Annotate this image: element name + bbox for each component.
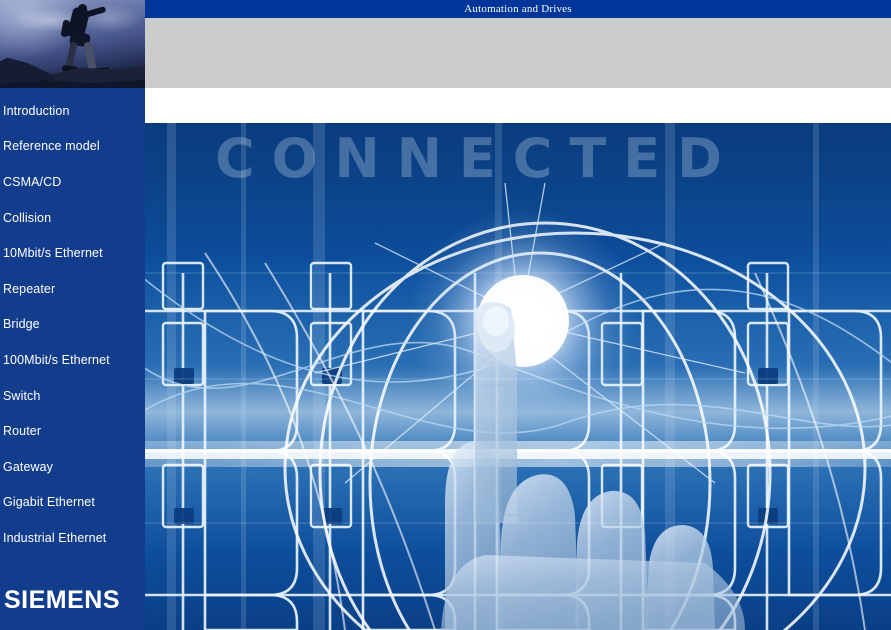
sidebar-nav-list: Introduction Reference model CSMA/CD Col… [0,93,145,556]
sidebar-item-reference-model[interactable]: Reference model [0,129,145,165]
main-visual-artwork [145,123,891,630]
sidebar-item-label: Reference model [3,139,100,154]
sidebar-item-label: Router [3,424,42,439]
sidebar-item-csma-cd[interactable]: CSMA/CD [0,164,145,200]
header-gray-band [145,18,891,88]
sidebar-hero-photo [0,0,145,88]
sidebar-item-100mbit-ethernet[interactable]: 100Mbit/s Ethernet [0,342,145,378]
sidebar-item-label: Repeater [3,281,56,296]
sidebar-item-label: 10Mbit/s Ethernet [3,246,103,261]
sidebar-item-label: CSMA/CD [3,174,62,189]
sidebar-item-label: Introduction [3,103,70,118]
sidebar-item-label: Gigabit Ethernet [3,495,95,510]
sidebar-item-router[interactable]: Router [0,413,145,449]
photo-figure-leg [83,41,97,71]
sidebar-item-gateway[interactable]: Gateway [0,449,145,485]
sidebar-item-bridge[interactable]: Bridge [0,307,145,343]
sidebar-item-label: Gateway [3,459,54,474]
sidebar-item-switch[interactable]: Switch [0,378,145,414]
sidebar-item-introduction[interactable]: Introduction [0,93,145,129]
slide-root: Automation and Drives Introduction Refer… [0,0,891,630]
sidebar-item-label: Switch [3,388,41,403]
sidebar-item-collision[interactable]: Collision [0,200,145,236]
main-visual: CONNECTED [145,123,891,630]
siemens-logo: SIEMENS [4,586,121,614]
sidebar: Introduction Reference model CSMA/CD Col… [0,0,145,630]
sidebar-item-repeater[interactable]: Repeater [0,271,145,307]
sidebar-item-label: 100Mbit/s Ethernet [3,352,110,367]
header-title: Automation and Drives [464,3,572,15]
connected-headline: CONNECTED [215,127,739,190]
sidebar-item-label: Collision [3,210,52,225]
sidebar-item-industrial-ethernet[interactable]: Industrial Ethernet [0,520,145,556]
sidebar-item-label: Bridge [3,317,40,332]
sidebar-item-gigabit-ethernet[interactable]: Gigabit Ethernet [0,485,145,521]
header-white-band [145,88,891,123]
sidebar-item-label: Industrial Ethernet [3,530,107,545]
sidebar-item-10mbit-ethernet[interactable]: 10Mbit/s Ethernet [0,235,145,271]
